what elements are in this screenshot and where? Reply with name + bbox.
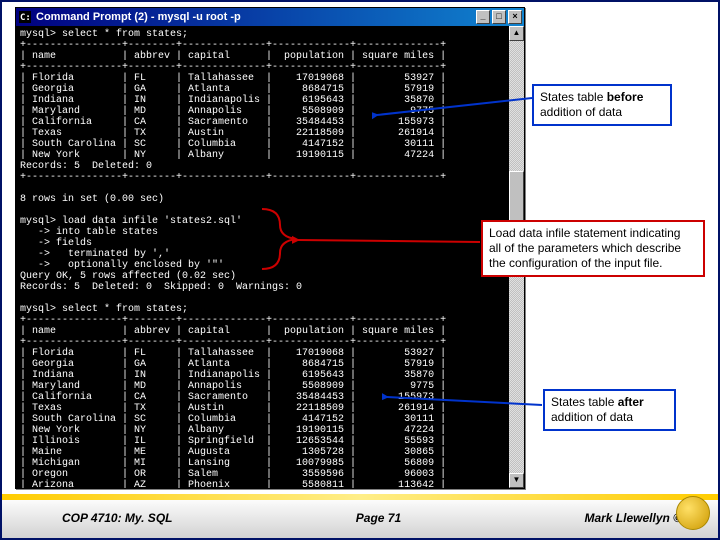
callout-text: the configuration of the input file. <box>489 256 662 270</box>
footer-right: Mark Llewellyn © <box>584 511 682 525</box>
ucf-logo-icon <box>676 496 710 530</box>
callout-text: all of the parameters which describe <box>489 241 681 255</box>
window-buttons: _ □ × <box>476 10 522 24</box>
svg-text:C:: C: <box>20 13 31 23</box>
minimize-button[interactable]: _ <box>476 10 490 24</box>
callout-text: States table <box>540 90 607 104</box>
scroll-up-button[interactable]: ▲ <box>509 26 524 41</box>
callout-text: States table <box>551 395 618 409</box>
titlebar[interactable]: C: Command Prompt (2) - mysql -u root -p… <box>16 8 524 26</box>
scroll-down-button[interactable]: ▼ <box>509 473 524 488</box>
footer: COP 4710: My. SQL Page 71 Mark Llewellyn… <box>2 494 718 534</box>
callout-text: addition of data <box>540 105 622 119</box>
maximize-button[interactable]: □ <box>492 10 506 24</box>
callout-bold: after <box>618 395 644 409</box>
callout-before: States table before addition of data <box>532 84 672 126</box>
close-button[interactable]: × <box>508 10 522 24</box>
footer-center: Page 71 <box>356 511 401 525</box>
callout-after: States table after addition of data <box>543 389 676 431</box>
footer-bar <box>2 494 718 500</box>
cmd-icon: C: <box>18 10 32 24</box>
callout-load-data: Load data infile statement indicating al… <box>481 220 705 277</box>
callout-text: addition of data <box>551 410 633 424</box>
window-title: Command Prompt (2) - mysql -u root -p <box>36 11 241 23</box>
footer-left: COP 4710: My. SQL <box>62 511 172 525</box>
terminal[interactable]: mysql> select * from states; +----------… <box>16 26 524 488</box>
callout-text: Load data infile statement indicating <box>489 226 680 240</box>
callout-bold: before <box>607 90 644 104</box>
command-prompt-window: C: Command Prompt (2) - mysql -u root -p… <box>15 7 525 489</box>
